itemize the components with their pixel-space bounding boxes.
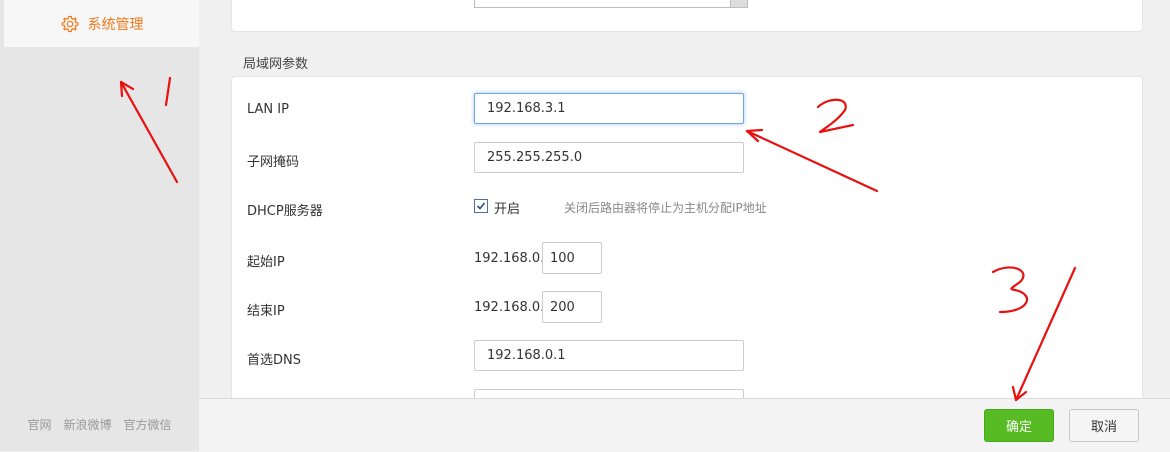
cancel-button[interactable]: 取消	[1069, 409, 1139, 442]
start-ip-label: 起始IP	[247, 255, 285, 270]
previous-settings-card	[231, 0, 1143, 32]
primary-dns-label: 首选DNS	[247, 353, 301, 368]
action-bar: 确定 取消	[199, 398, 1170, 452]
start-ip-input[interactable]: 100	[542, 242, 602, 274]
primary-dns-input[interactable]: 192.168.0.1	[474, 340, 744, 371]
checkmark-icon	[476, 202, 486, 210]
dhcp-label: DHCP服务器	[247, 204, 323, 219]
dhcp-checkbox-label[interactable]: 开启	[494, 198, 520, 217]
sidebar-footer: 官网 新浪微博 官方微信	[0, 416, 199, 433]
scrollbar[interactable]	[730, 0, 747, 7]
sidebar-item-label: 系统管理	[87, 16, 144, 33]
start-ip-prefix: 192.168.0.	[474, 251, 545, 266]
lan-ip-label: LAN IP	[247, 102, 289, 117]
end-ip-input[interactable]: 200	[542, 291, 602, 323]
sidebar: 系统管理 官网 新浪微博 官方微信	[0, 0, 199, 451]
section-title-lan: 局域网参数	[243, 57, 309, 72]
truncated-select-field[interactable]	[474, 0, 748, 8]
lan-ip-input[interactable]: 192.168.3.1	[474, 93, 744, 124]
lan-settings-card: LAN IP 192.168.3.1 子网掩码 255.255.255.0 DH…	[231, 76, 1143, 418]
main-content: 局域网参数 LAN IP 192.168.3.1 子网掩码 255.255.25…	[199, 0, 1170, 452]
gear-icon	[61, 15, 78, 32]
dhcp-checkbox[interactable]	[474, 199, 488, 213]
footer-link-official-site[interactable]: 官网	[27, 416, 51, 433]
dhcp-hint: 关闭后路由器将停止为主机分配IP地址	[564, 201, 767, 215]
subnet-mask-label: 子网掩码	[247, 155, 300, 170]
confirm-button[interactable]: 确定	[984, 409, 1054, 442]
end-ip-prefix: 192.168.0.	[474, 300, 545, 315]
end-ip-label: 结束IP	[247, 304, 285, 319]
footer-link-wechat[interactable]: 官方微信	[124, 416, 172, 433]
sidebar-item-system-management[interactable]: 系统管理	[4, 0, 199, 47]
footer-link-weibo[interactable]: 新浪微博	[63, 416, 111, 433]
subnet-mask-input[interactable]: 255.255.255.0	[474, 142, 744, 173]
